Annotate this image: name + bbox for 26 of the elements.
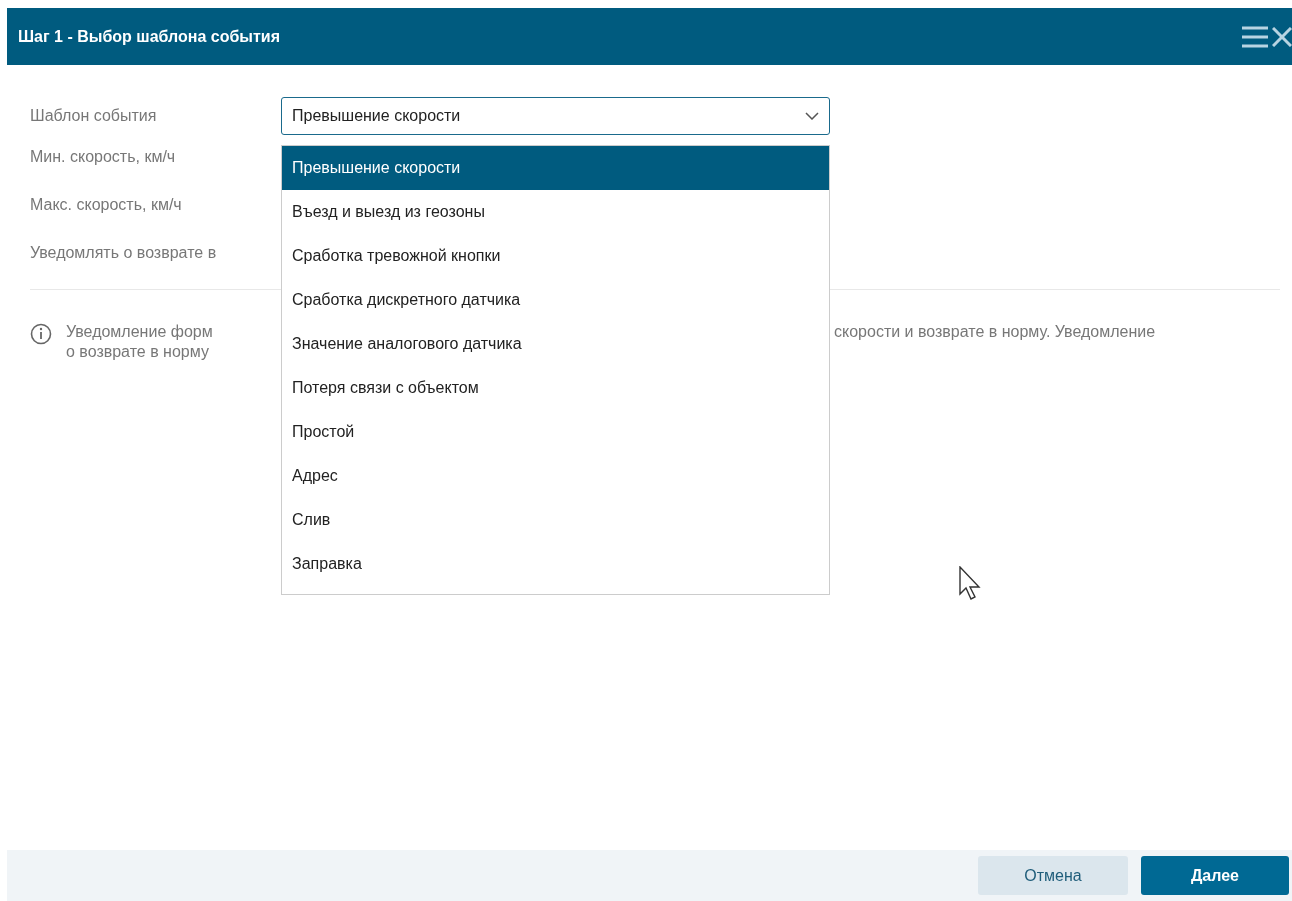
cancel-button[interactable]: Отмена bbox=[978, 856, 1128, 895]
info-text: скорости и возврате в норму. Уведомление bbox=[834, 322, 1156, 342]
field-label: Уведомлять о возврате в bbox=[30, 243, 217, 263]
info-text: о возврате в норму bbox=[66, 342, 209, 362]
dropdown-option[interactable]: Потеря связи с объектом bbox=[282, 366, 829, 410]
info-text: Уведомление форм bbox=[66, 322, 213, 342]
dropdown-option[interactable]: Сработка тревожной кнопки bbox=[282, 234, 829, 278]
menu-icon[interactable] bbox=[1242, 24, 1268, 49]
dropdown-option[interactable]: Адрес bbox=[282, 454, 829, 498]
field-label: Мин. скорость, км/ч bbox=[30, 147, 176, 167]
dropdown-option[interactable]: Сработка дискретного датчика bbox=[282, 278, 829, 322]
dropdown-option[interactable]: Въезд и выезд из геозоны bbox=[282, 190, 829, 234]
dropdown-option[interactable]: Слив bbox=[282, 498, 829, 542]
template-select[interactable]: Превышение скорости bbox=[281, 97, 830, 135]
dropdown-option[interactable]: Превышение скорости bbox=[282, 146, 829, 190]
mouse-pointer-icon bbox=[959, 566, 983, 602]
info-icon bbox=[30, 323, 52, 345]
close-icon[interactable] bbox=[1272, 26, 1292, 47]
window-title: Шаг 1 - Выбор шаблона события bbox=[18, 26, 280, 47]
field-label: Шаблон события bbox=[30, 106, 158, 126]
dropdown-option[interactable]: Простой bbox=[282, 410, 829, 454]
dropdown-option[interactable]: Заправка bbox=[282, 542, 829, 586]
field-label: Макс. скорость, км/ч bbox=[30, 195, 182, 215]
chevron-icon bbox=[805, 112, 819, 120]
next-button[interactable]: Далее bbox=[1141, 856, 1289, 895]
dropdown-option[interactable]: Значение аналогового датчика bbox=[282, 322, 829, 366]
